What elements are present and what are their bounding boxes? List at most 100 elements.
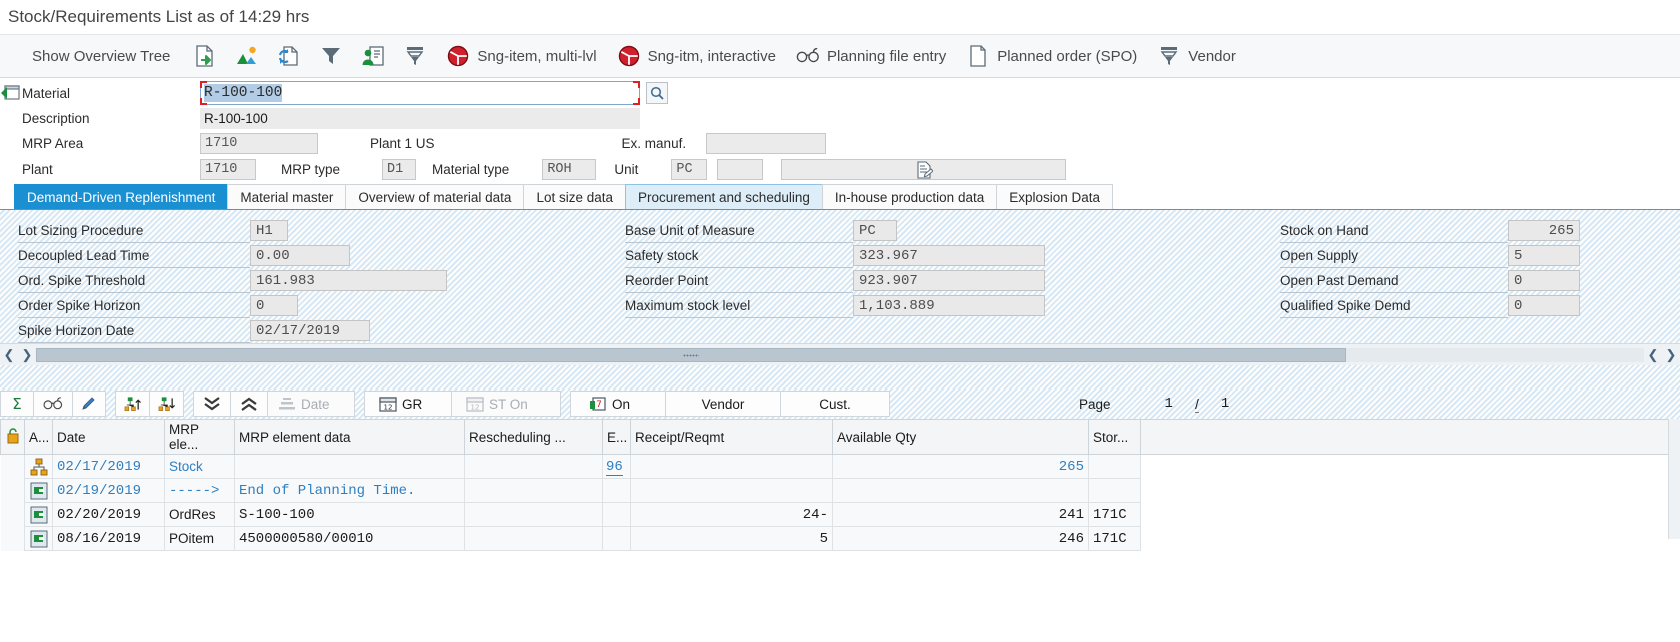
sng-item-multi-lvl-button[interactable]: Sng-item, multi-lvl bbox=[436, 40, 606, 72]
base-unit-of-measure-field[interactable]: PC bbox=[853, 220, 897, 241]
cell-storage[interactable]: 171C bbox=[1088, 502, 1141, 527]
scroll-page-left-button[interactable]: ❮ bbox=[1644, 346, 1662, 364]
ex-manuf-field[interactable] bbox=[706, 133, 827, 154]
row-marker[interactable] bbox=[0, 454, 25, 479]
scroll-right-button[interactable]: ❯ bbox=[18, 346, 36, 364]
column-header-a[interactable]: A... bbox=[24, 419, 53, 455]
show-overview-tree-button[interactable]: Show Overview Tree bbox=[18, 41, 184, 71]
column-header-exception[interactable]: E... bbox=[602, 419, 631, 455]
qualified-spike-demd-field[interactable]: 0 bbox=[1508, 295, 1580, 316]
refresh-document-button[interactable] bbox=[268, 40, 310, 72]
spike-horizon-date-field[interactable]: 02/17/2019 bbox=[250, 320, 370, 341]
cell-receipt-reqmt[interactable]: 24- bbox=[630, 502, 833, 527]
plant-field[interactable]: 1710 bbox=[200, 159, 256, 180]
exception-link[interactable]: 96 bbox=[606, 458, 623, 476]
scroll-page-right-button[interactable]: ❯ bbox=[1662, 346, 1680, 364]
date-button[interactable]: Date bbox=[267, 391, 355, 417]
cell-date[interactable]: 02/20/2019 bbox=[52, 502, 165, 527]
table-vertical-scrollbar[interactable] bbox=[1668, 419, 1680, 539]
lot-sizing-procedure-field[interactable]: H1 bbox=[250, 220, 288, 241]
row-marker[interactable] bbox=[0, 478, 25, 503]
mrp-type-field[interactable]: D1 bbox=[382, 159, 417, 180]
cell-available-qty[interactable]: 265 bbox=[832, 454, 1089, 479]
material-type-field[interactable]: ROH bbox=[542, 159, 597, 180]
filter-button[interactable] bbox=[310, 40, 352, 72]
person-card-button[interactable] bbox=[352, 40, 394, 72]
sort-descending-button[interactable] bbox=[149, 391, 184, 417]
column-header-storage[interactable]: Stor... bbox=[1088, 419, 1141, 455]
export-document-button[interactable] bbox=[184, 40, 226, 72]
cell-exception[interactable]: 96 bbox=[602, 454, 631, 479]
tab-demand-driven-replenishment[interactable]: Demand-Driven Replenishment bbox=[14, 184, 229, 209]
cell-mrp-element[interactable]: OrdRes bbox=[164, 502, 235, 527]
sum-button[interactable]: Σ bbox=[0, 391, 34, 417]
long-text-field[interactable] bbox=[781, 159, 1067, 180]
column-header-rescheduling[interactable]: Rescheduling ... bbox=[464, 419, 603, 455]
ord-spike-threshold-field[interactable]: 161.983 bbox=[250, 270, 447, 291]
vendor-button[interactable]: Vendor bbox=[1147, 40, 1246, 72]
open-past-demand-field[interactable]: 0 bbox=[1508, 270, 1580, 291]
tab-overview-of-material-data[interactable]: Overview of material data bbox=[345, 184, 525, 209]
scrollbar-track[interactable] bbox=[36, 347, 1644, 362]
tab-material-master[interactable]: Material master bbox=[227, 184, 347, 209]
on-button[interactable]: 7 On bbox=[570, 391, 666, 417]
tab-in-house-production-data[interactable]: In-house production data bbox=[821, 184, 998, 209]
cell-mrp-element[interactable]: Stock bbox=[164, 454, 235, 479]
open-supply-field[interactable]: 5 bbox=[1508, 245, 1580, 266]
details-button[interactable] bbox=[33, 391, 73, 417]
print-preview-button[interactable] bbox=[394, 40, 436, 72]
description-field[interactable]: R-100-100 bbox=[200, 108, 640, 129]
cell-rescheduling[interactable] bbox=[464, 478, 603, 503]
cell-available-qty[interactable]: 246 bbox=[832, 526, 1089, 551]
cell-mrp-element-data[interactable] bbox=[234, 454, 465, 479]
cell-date[interactable]: 08/16/2019 bbox=[52, 526, 165, 551]
unit-field[interactable]: PC bbox=[671, 159, 708, 180]
cell-storage[interactable] bbox=[1088, 478, 1141, 503]
st-on-button[interactable]: 12 ST On bbox=[451, 391, 561, 417]
cell-mrp-element-data[interactable]: S-100-100 bbox=[234, 502, 465, 527]
material-input[interactable]: R-100-100 bbox=[200, 81, 640, 105]
column-header-receipt-reqmt[interactable]: Receipt/Reqmt bbox=[630, 419, 833, 455]
mrp-area-field[interactable]: 1710 bbox=[200, 133, 318, 154]
sng-itm-interactive-button[interactable]: Sng-itm, interactive bbox=[607, 40, 786, 72]
cell-date[interactable]: 02/19/2019 bbox=[52, 478, 165, 503]
cell-exception[interactable] bbox=[602, 502, 631, 527]
tab-lot-size-data[interactable]: Lot size data bbox=[523, 184, 626, 209]
cell-rescheduling[interactable] bbox=[464, 454, 603, 479]
cell-mrp-element[interactable]: -----> bbox=[164, 478, 235, 503]
cell-storage[interactable] bbox=[1088, 454, 1141, 479]
column-header-mrp-element-data[interactable]: MRP element data bbox=[234, 419, 465, 455]
cell-exception[interactable] bbox=[602, 526, 631, 551]
expand-all-button[interactable] bbox=[230, 391, 268, 417]
row-marker[interactable] bbox=[0, 502, 25, 527]
safety-stock-field[interactable]: 323.967 bbox=[853, 245, 1045, 266]
cell-rescheduling[interactable] bbox=[464, 502, 603, 527]
cell-mrp-element-data[interactable]: End of Planning Time. bbox=[234, 478, 465, 503]
cell-receipt-reqmt[interactable] bbox=[630, 454, 833, 479]
table-row[interactable]: 02/19/2019 -----> End of Planning Time. bbox=[0, 478, 1680, 503]
planned-order-spo-button[interactable]: Planned order (SPO) bbox=[956, 40, 1147, 72]
cell-available-qty[interactable] bbox=[832, 478, 1089, 503]
vendor-filter-button[interactable]: Vendor bbox=[665, 391, 781, 417]
cell-receipt-reqmt[interactable]: 5 bbox=[630, 526, 833, 551]
sort-ascending-button[interactable] bbox=[115, 391, 150, 417]
unit-secondary-field[interactable] bbox=[717, 159, 764, 180]
cell-receipt-reqmt[interactable] bbox=[630, 478, 833, 503]
material-value-help-button[interactable] bbox=[646, 82, 668, 104]
detail-horizontal-scrollbar[interactable]: ❮ ❯ ❮ ❯ bbox=[0, 343, 1680, 365]
collapse-all-button[interactable] bbox=[193, 391, 231, 417]
customer-filter-button[interactable]: Cust. bbox=[780, 391, 890, 417]
gr-button[interactable]: 12 GR bbox=[364, 391, 452, 417]
cell-rescheduling[interactable] bbox=[464, 526, 603, 551]
tab-explosion-data[interactable]: Explosion Data bbox=[996, 184, 1114, 209]
planning-file-entry-button[interactable]: Planning file entry bbox=[786, 40, 956, 72]
table-row[interactable]: 02/17/2019 Stock 96 265 bbox=[0, 454, 1680, 479]
overview-tree-toggle-button[interactable] bbox=[0, 84, 22, 102]
table-row[interactable]: 08/16/2019 POitem 4500000580/00010 5 246… bbox=[0, 526, 1680, 551]
reorder-point-field[interactable]: 923.907 bbox=[853, 270, 1045, 291]
row-type-cell[interactable] bbox=[24, 526, 53, 551]
table-row[interactable]: 02/20/2019 OrdRes S-100-100 24- 241 171C bbox=[0, 502, 1680, 527]
cell-date[interactable]: 02/17/2019 bbox=[52, 454, 165, 479]
decoupled-lead-time-field[interactable]: 0.00 bbox=[250, 245, 350, 266]
cell-exception[interactable] bbox=[602, 478, 631, 503]
